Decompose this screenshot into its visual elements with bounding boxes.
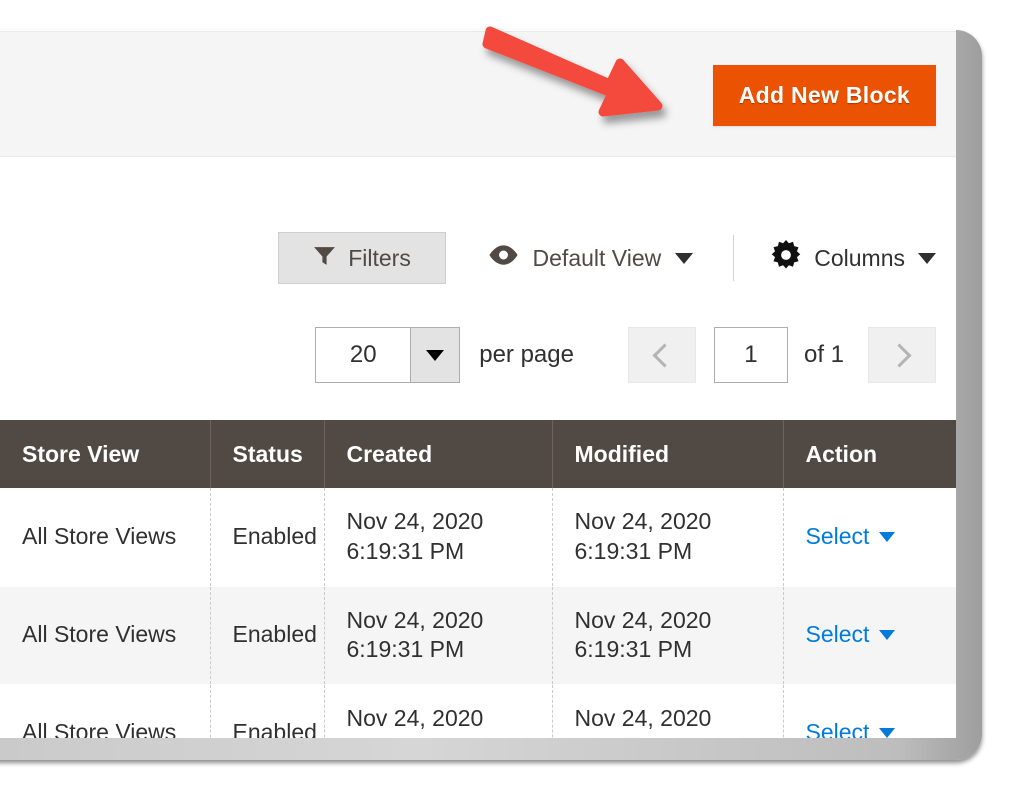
filters-button-label: Filters bbox=[348, 244, 411, 271]
per-page-value: 20 bbox=[349, 341, 377, 368]
view-label: Default View bbox=[532, 244, 662, 271]
gear-icon bbox=[771, 240, 801, 276]
per-page-select[interactable]: 20 bbox=[315, 327, 461, 383]
cell-store-view: All Store Views bbox=[0, 586, 211, 685]
cell-status: Enabled bbox=[210, 684, 325, 738]
row-action-select[interactable]: Select bbox=[806, 620, 896, 649]
pagination-bar: 20 per page of 1 bbox=[0, 318, 956, 394]
table-row[interactable]: All Store Views Enabled Nov 24, 2020 6:1… bbox=[0, 488, 956, 587]
per-page-dropdown-toggle[interactable] bbox=[410, 328, 460, 382]
view-bookmarks-dropdown[interactable]: Default View bbox=[488, 244, 694, 272]
cell-modified: Nov 24, 2020 6:19:31 PM bbox=[552, 684, 784, 738]
column-header-status[interactable]: Status bbox=[210, 420, 325, 488]
screenshot-root: Add New Block Filters Default View Colum… bbox=[0, 0, 1018, 795]
table-row[interactable]: All Store Views Enabled Nov 24, 2020 6:1… bbox=[0, 684, 956, 738]
row-action-select[interactable]: Select bbox=[806, 522, 896, 551]
chevron-down-icon bbox=[426, 349, 445, 361]
created-date: Nov 24, 2020 bbox=[346, 508, 484, 535]
cell-modified: Nov 24, 2020 6:19:31 PM bbox=[552, 488, 784, 587]
chevron-down-icon bbox=[918, 252, 936, 264]
add-new-block-button[interactable]: Add New Block bbox=[712, 65, 936, 126]
modified-time: 6:19:31 PM bbox=[574, 537, 693, 564]
row-action-label: Select bbox=[805, 621, 870, 648]
row-action-select[interactable]: Select bbox=[806, 718, 896, 738]
columns-label: Columns bbox=[814, 244, 905, 271]
created-date: Nov 24, 2020 bbox=[346, 606, 484, 633]
row-action-label: Select bbox=[805, 719, 870, 738]
modified-time: 6:19:31 PM bbox=[575, 733, 783, 738]
grid-controls-bar: Filters Default View Columns bbox=[0, 215, 956, 315]
created-date: Nov 24, 2020 bbox=[346, 704, 484, 731]
cell-status: Enabled bbox=[210, 586, 325, 685]
created-time: 6:19:31 PM bbox=[346, 636, 465, 662]
cell-status: Enabled bbox=[210, 488, 325, 587]
modified-date: Nov 24, 2020 bbox=[574, 606, 712, 633]
header-row: Store View Status Created Modified Actio… bbox=[0, 420, 956, 488]
chevron-down-icon bbox=[879, 728, 896, 738]
data-grid-body: All Store Views Enabled Nov 24, 2020 6:1… bbox=[0, 488, 956, 738]
column-header-action: Action bbox=[783, 420, 956, 488]
funnel-icon bbox=[312, 243, 337, 274]
row-action-label: Select bbox=[805, 523, 870, 550]
cell-store-view: All Store Views bbox=[0, 488, 211, 587]
chevron-down-icon bbox=[675, 252, 694, 264]
column-header-store-view[interactable]: Store View bbox=[0, 420, 211, 488]
data-grid-head: Store View Status Created Modified Actio… bbox=[0, 420, 956, 488]
created-time: 6:19:31 PM bbox=[346, 537, 465, 564]
data-grid-table: Store View Status Created Modified Actio… bbox=[0, 420, 956, 738]
per-page-label: per page bbox=[479, 341, 574, 368]
pagination-row: 20 per page of 1 bbox=[315, 326, 936, 384]
next-page-button[interactable] bbox=[868, 327, 936, 383]
cell-action: Select bbox=[783, 586, 956, 685]
table-row[interactable]: All Store Views Enabled Nov 24, 2020 6:1… bbox=[0, 586, 956, 685]
controls-divider bbox=[733, 235, 735, 281]
modified-time: 6:19:31 PM bbox=[574, 636, 693, 662]
chevron-down-icon bbox=[879, 630, 896, 640]
page-actions-bar: Add New Block bbox=[0, 31, 956, 157]
cell-created: Nov 24, 2020 6:19:31 PM bbox=[324, 586, 553, 685]
grid-controls-row: Filters Default View Columns bbox=[277, 232, 936, 284]
cell-created: Nov 24, 2020 6:19:31 PM bbox=[324, 488, 553, 587]
eye-icon bbox=[488, 244, 519, 272]
chevron-down-icon bbox=[879, 531, 896, 542]
window-inner: Add New Block Filters Default View Colum… bbox=[0, 30, 956, 738]
cell-action: Select bbox=[783, 684, 956, 738]
created-time: 6:19:31 PM bbox=[347, 733, 552, 738]
modified-date: Nov 24, 2020 bbox=[574, 508, 712, 535]
page-viewport: Add New Block Filters Default View Colum… bbox=[0, 30, 956, 738]
previous-page-button[interactable] bbox=[627, 327, 696, 383]
chevron-right-icon bbox=[887, 342, 912, 368]
cell-modified: Nov 24, 2020 6:19:31 PM bbox=[552, 586, 784, 685]
cell-created: Nov 24, 2020 6:19:31 PM bbox=[324, 684, 553, 738]
total-pages-label: of 1 bbox=[803, 341, 844, 368]
cell-action: Select bbox=[783, 488, 956, 587]
current-page-input[interactable] bbox=[713, 327, 788, 383]
filters-button[interactable]: Filters bbox=[277, 232, 446, 284]
cell-store-view: All Store Views bbox=[0, 684, 211, 738]
modified-date: Nov 24, 2020 bbox=[574, 704, 712, 731]
column-header-created[interactable]: Created bbox=[324, 420, 553, 488]
column-header-modified[interactable]: Modified bbox=[552, 420, 784, 488]
chevron-left-icon bbox=[652, 342, 677, 368]
columns-dropdown[interactable]: Columns bbox=[771, 240, 936, 276]
blocks-data-grid: Store View Status Created Modified Actio… bbox=[0, 420, 956, 738]
